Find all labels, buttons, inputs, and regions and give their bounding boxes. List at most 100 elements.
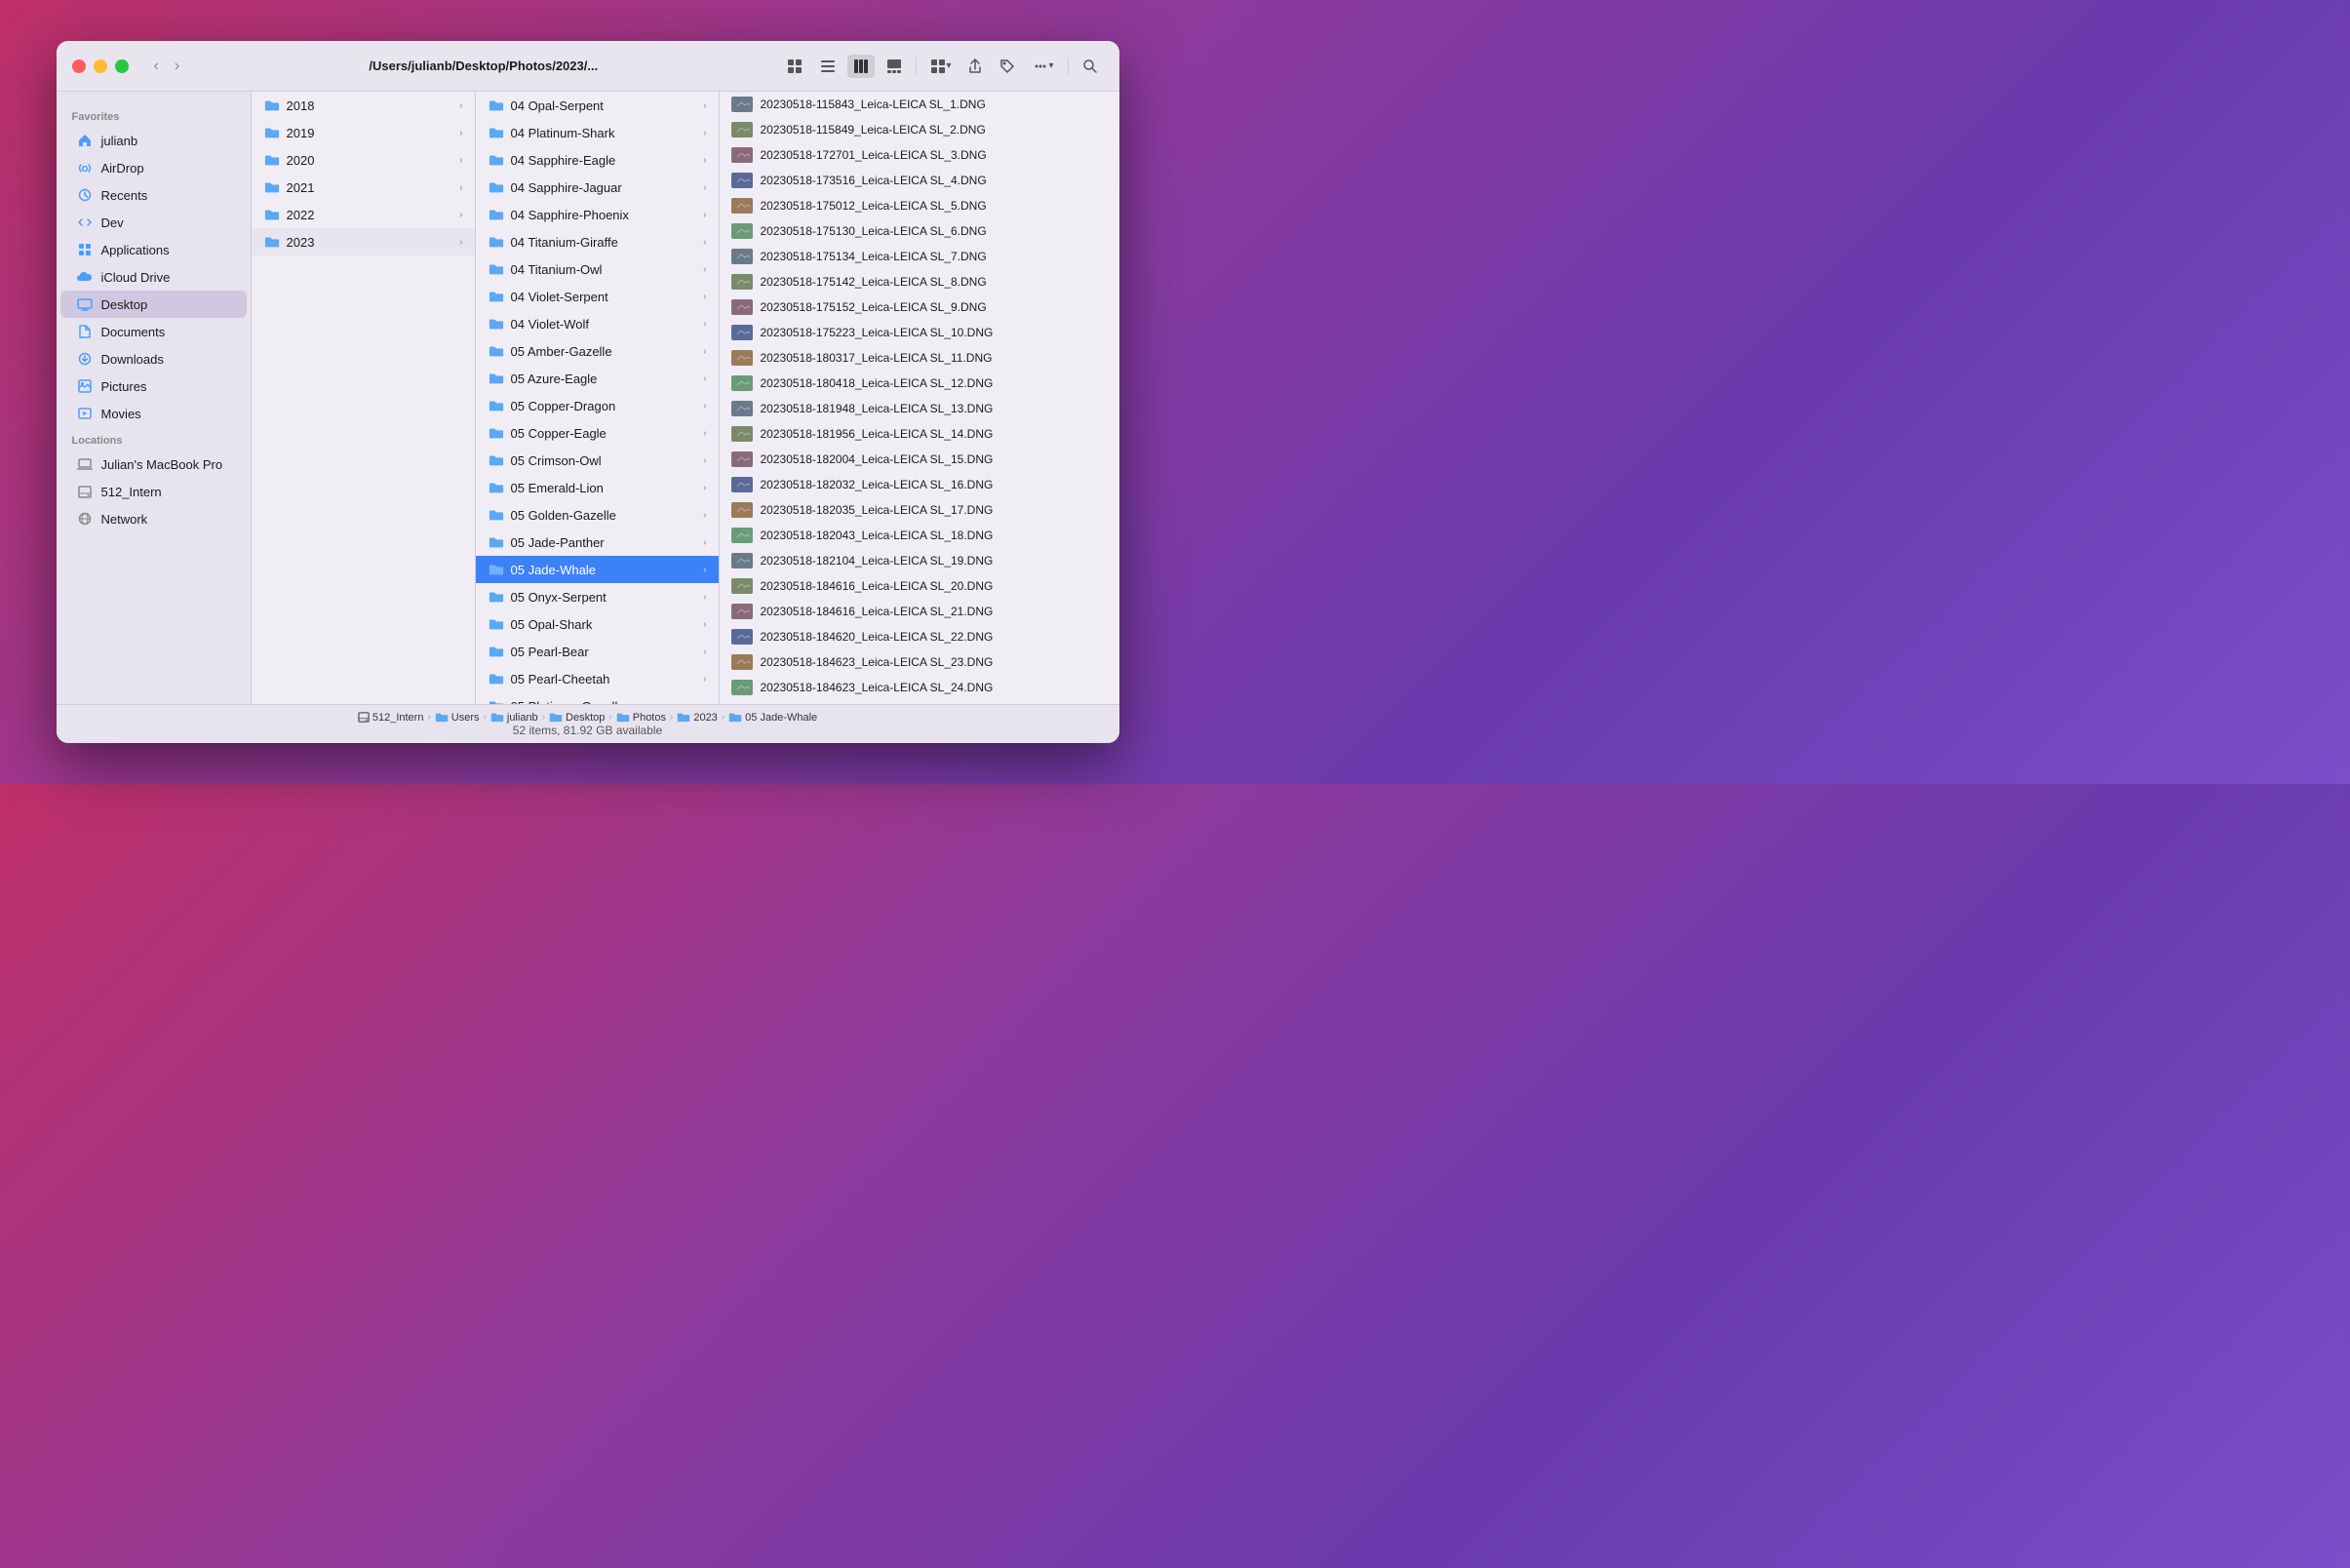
sidebar-item-recents[interactable]: Recents: [60, 181, 247, 209]
file-item[interactable]: 20230518-175223_Leica-LEICA SL_10.DNG: [720, 320, 1119, 345]
file-item[interactable]: 20230518-115849_Leica-LEICA SL_2.DNG: [720, 117, 1119, 142]
network-icon: [76, 510, 94, 528]
file-item[interactable]: 20230518-182035_Leica-LEICA SL_17.DNG: [720, 497, 1119, 523]
tags-button[interactable]: [994, 55, 1021, 78]
subfolder-item[interactable]: 04 Titanium-Owl›: [476, 255, 719, 283]
breadcrumb-item[interactable]: Desktop: [549, 712, 605, 724]
file-item[interactable]: 20230518-175012_Leica-LEICA SL_5.DNG: [720, 193, 1119, 218]
sidebar-item-julianb[interactable]: julianb: [60, 127, 247, 154]
subfolder-item[interactable]: 05 Opal-Shark›: [476, 610, 719, 638]
subfolder-item[interactable]: 05 Platinum-Gazelle›: [476, 692, 719, 704]
subfolder-item[interactable]: 05 Pearl-Bear›: [476, 638, 719, 665]
folder-icon: [263, 151, 281, 169]
breadcrumb-item[interactable]: Users: [435, 712, 480, 724]
breadcrumb-label: Desktop: [566, 712, 605, 724]
folders-column: 04 Opal-Serpent› 04 Platinum-Shark› 04 S…: [476, 92, 720, 704]
file-item[interactable]: 20230518-184616_Leica-LEICA SL_20.DNG: [720, 573, 1119, 599]
sidebar-item-pictures[interactable]: Pictures: [60, 372, 247, 400]
file-item[interactable]: 20230518-184620_Leica-LEICA SL_22.DNG: [720, 624, 1119, 649]
subfolder-item[interactable]: 05 Copper-Eagle›: [476, 419, 719, 447]
subfolder-item[interactable]: 05 Jade-Whale›: [476, 556, 719, 583]
subfolder-item[interactable]: 04 Sapphire-Eagle›: [476, 146, 719, 174]
file-thumbnail: [731, 97, 753, 112]
search-button[interactable]: [1077, 55, 1104, 78]
file-item[interactable]: 20230518-175152_Leica-LEICA SL_9.DNG: [720, 294, 1119, 320]
statusbar: 512_Intern›Users›julianb›Desktop›Photos›…: [57, 704, 1119, 743]
subfolder-item[interactable]: 05 Amber-Gazelle›: [476, 337, 719, 365]
subfolder-item[interactable]: 05 Onyx-Serpent›: [476, 583, 719, 610]
more-button[interactable]: ▾: [1027, 55, 1059, 78]
breadcrumb-item[interactable]: julianb: [490, 712, 538, 724]
back-button[interactable]: ‹: [148, 54, 165, 79]
subfolder-item[interactable]: 05 Golden-Gazelle›: [476, 501, 719, 529]
subfolder-item[interactable]: 04 Opal-Serpent›: [476, 92, 719, 119]
column-view-button[interactable]: [847, 55, 875, 78]
year-folder-item[interactable]: 2021›: [252, 174, 475, 201]
file-item[interactable]: 20230518-173516_Leica-LEICA SL_4.DNG: [720, 168, 1119, 193]
breadcrumb-item[interactable]: Photos: [616, 712, 666, 724]
subfolder-item[interactable]: 04 Sapphire-Phoenix›: [476, 201, 719, 228]
sidebar-item-movies[interactable]: Movies: [60, 400, 247, 427]
year-folder-item[interactable]: 2018›: [252, 92, 475, 119]
folder-name: 2021: [287, 180, 315, 195]
file-item[interactable]: 20230518-182104_Leica-LEICA SL_19.DNG: [720, 548, 1119, 573]
file-item[interactable]: 20230518-182032_Leica-LEICA SL_16.DNG: [720, 472, 1119, 497]
file-item[interactable]: 20230518-180317_Leica-LEICA SL_11.DNG: [720, 345, 1119, 371]
subfolder-item[interactable]: 04 Platinum-Shark›: [476, 119, 719, 146]
subfolder-item[interactable]: 05 Pearl-Cheetah›: [476, 665, 719, 692]
quick-actions-button[interactable]: ▾: [924, 55, 957, 78]
file-item[interactable]: 20230518-184623_Leica-LEICA SL_23.DNG: [720, 649, 1119, 675]
subfolder-item[interactable]: 04 Violet-Serpent›: [476, 283, 719, 310]
year-folder-item[interactable]: 2022›: [252, 201, 475, 228]
sidebar-item-icloud[interactable]: iCloud Drive: [60, 263, 247, 291]
sidebar-item-network[interactable]: Network: [60, 505, 247, 532]
file-thumbnail: [731, 375, 753, 391]
gallery-view-button[interactable]: [881, 55, 908, 78]
sidebar-item-desktop[interactable]: Desktop: [60, 291, 247, 318]
sidebar-item-documents[interactable]: Documents: [60, 318, 247, 345]
file-item[interactable]: 20230518-181948_Leica-LEICA SL_13.DNG: [720, 396, 1119, 421]
file-item[interactable]: 20230518-115843_Leica-LEICA SL_1.DNG: [720, 92, 1119, 117]
maximize-button[interactable]: [115, 59, 129, 73]
subfolder-item[interactable]: 04 Sapphire-Jaguar›: [476, 174, 719, 201]
sidebar-item-512intern[interactable]: 512_Intern: [60, 478, 247, 505]
subfolder-item[interactable]: 05 Azure-Eagle›: [476, 365, 719, 392]
file-item[interactable]: 20230518-184616_Leica-LEICA SL_21.DNG: [720, 599, 1119, 624]
file-item[interactable]: 20230518-184623_Leica-LEICA SL_24.DNG: [720, 675, 1119, 700]
file-item[interactable]: 20230518-182004_Leica-LEICA SL_15.DNG: [720, 447, 1119, 472]
file-item[interactable]: 20230518-182043_Leica-LEICA SL_18.DNG: [720, 523, 1119, 548]
breadcrumb-item[interactable]: 512_Intern: [358, 712, 424, 724]
dng-thumbnail-icon: [733, 175, 751, 186]
list-view-button[interactable]: [814, 55, 842, 78]
file-item[interactable]: 20230518-175134_Leica-LEICA SL_7.DNG: [720, 244, 1119, 269]
subfolder-item[interactable]: 05 Emerald-Lion›: [476, 474, 719, 501]
breadcrumb-folder-icon: [549, 712, 563, 723]
breadcrumb-item[interactable]: 05 Jade-Whale: [728, 712, 817, 724]
share-button[interactable]: [962, 55, 988, 78]
sidebar-item-applications[interactable]: Applications: [60, 236, 247, 263]
sidebar-item-dev[interactable]: Dev: [60, 209, 247, 236]
sidebar-item-airdrop[interactable]: AirDrop: [60, 154, 247, 181]
chevron-icon: ›: [703, 155, 706, 166]
file-item[interactable]: 20230518-180418_Leica-LEICA SL_12.DNG: [720, 371, 1119, 396]
file-item[interactable]: 20230518-175142_Leica-LEICA SL_8.DNG: [720, 269, 1119, 294]
breadcrumb-folder-icon: [616, 712, 630, 723]
sidebar-item-downloads[interactable]: Downloads: [60, 345, 247, 372]
year-folder-item[interactable]: 2020›: [252, 146, 475, 174]
subfolder-item[interactable]: 05 Copper-Dragon›: [476, 392, 719, 419]
file-item[interactable]: 20230518-172701_Leica-LEICA SL_3.DNG: [720, 142, 1119, 168]
year-folder-item[interactable]: 2019›: [252, 119, 475, 146]
minimize-button[interactable]: [94, 59, 107, 73]
sidebar-item-macbook[interactable]: Julian's MacBook Pro: [60, 451, 247, 478]
year-folder-item[interactable]: 2023›: [252, 228, 475, 255]
file-item[interactable]: 20230518-175130_Leica-LEICA SL_6.DNG: [720, 218, 1119, 244]
close-button[interactable]: [72, 59, 86, 73]
breadcrumb-item[interactable]: 2023: [677, 712, 717, 724]
subfolder-item[interactable]: 05 Crimson-Owl›: [476, 447, 719, 474]
subfolder-item[interactable]: 05 Jade-Panther›: [476, 529, 719, 556]
icon-view-button[interactable]: [781, 55, 808, 78]
subfolder-item[interactable]: 04 Violet-Wolf›: [476, 310, 719, 337]
subfolder-item[interactable]: 04 Titanium-Giraffe›: [476, 228, 719, 255]
file-item[interactable]: 20230518-181956_Leica-LEICA SL_14.DNG: [720, 421, 1119, 447]
forward-button[interactable]: ›: [169, 54, 185, 79]
